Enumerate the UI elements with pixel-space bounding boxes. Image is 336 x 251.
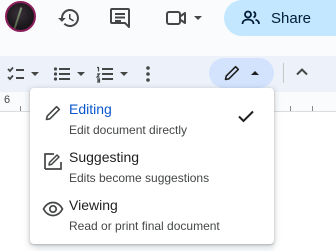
top-bar: Share [0, 0, 336, 36]
toolbar-divider [283, 63, 284, 83]
checkmark-icon [235, 105, 257, 127]
avatar[interactable] [5, 1, 36, 32]
ruler-tick [290, 106, 291, 111]
editing-mode-button[interactable] [209, 58, 274, 88]
share-button[interactable]: Share [224, 0, 336, 36]
more-options-button[interactable] [142, 64, 154, 84]
mode-dropdown-menu: Editing Edit document directly Suggestin… [30, 88, 274, 244]
history-icon [58, 9, 79, 27]
formatting-toolbar [0, 56, 336, 92]
chevron-up-icon [296, 68, 308, 76]
chevron-up-icon [250, 71, 259, 75]
chevron-down-icon [194, 16, 202, 20]
version-history-button[interactable] [55, 4, 83, 32]
more-vertical-icon [146, 66, 150, 82]
menu-item-description: Edits become suggestions [69, 171, 210, 185]
bulleted-list-icon [53, 67, 70, 81]
menu-item-title: Viewing [69, 197, 118, 213]
share-label: Share [271, 9, 312, 27]
menu-item-suggesting[interactable]: Suggesting Edits become suggestions [30, 144, 274, 192]
bulleted-list-button[interactable] [52, 64, 87, 84]
numbered-list-icon [95, 66, 113, 83]
chevron-down-icon [77, 72, 85, 76]
pencil-icon [224, 65, 239, 81]
meet-call-button[interactable] [160, 4, 208, 32]
hide-menus-button[interactable] [290, 60, 314, 84]
ruler-tick [20, 106, 21, 111]
menu-item-viewing[interactable]: Viewing Read or print final document [30, 192, 274, 240]
ruler-tick [312, 106, 313, 111]
eye-icon [42, 198, 64, 220]
menu-item-title: Suggesting [69, 149, 140, 165]
chevron-down-icon [31, 72, 39, 76]
chevron-down-icon [120, 72, 128, 76]
menu-item-description: Edit document directly [69, 123, 188, 137]
ruler-marker: 6 [4, 94, 11, 106]
pencil-icon [42, 102, 64, 124]
suggest-edit-icon [42, 150, 64, 172]
comments-button[interactable] [106, 4, 134, 32]
menu-item-title: Editing [69, 101, 112, 117]
document-page[interactable] [274, 112, 336, 251]
checklist-icon [7, 66, 24, 81]
comment-icon [110, 8, 130, 28]
numbered-list-button[interactable] [95, 64, 130, 84]
menu-item-editing[interactable]: Editing Edit document directly [30, 96, 274, 144]
people-icon [241, 10, 260, 25]
video-camera-icon [166, 11, 186, 25]
menu-item-description: Read or print final document [69, 219, 220, 233]
checklist-button[interactable] [6, 64, 41, 84]
